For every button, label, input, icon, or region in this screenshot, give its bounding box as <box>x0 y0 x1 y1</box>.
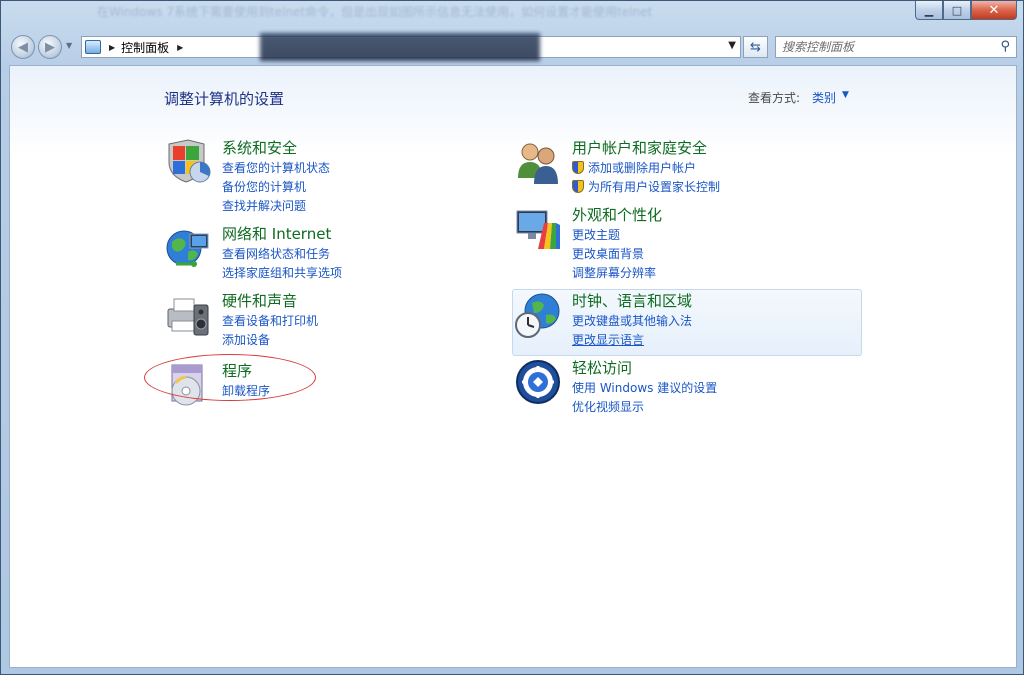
uac-shield-icon <box>572 161 584 174</box>
view-by-label: 查看方式: <box>748 91 801 105</box>
link-optimize-video-display[interactable]: 优化视频显示 <box>572 398 717 417</box>
category-links: 使用 Windows 建议的设置 优化视频显示 <box>572 379 717 417</box>
link-view-computer-status[interactable]: 查看您的计算机状态 <box>222 159 330 178</box>
clock-globe-icon <box>515 293 560 338</box>
link-label: 为所有用户设置家长控制 <box>588 180 721 194</box>
forward-button[interactable]: ▶ <box>38 35 62 59</box>
breadcrumb-arrow-icon[interactable]: ▶ <box>177 43 183 52</box>
page-title: 调整计算机的设置 <box>164 90 285 108</box>
category-title[interactable]: 时钟、语言和区域 <box>572 291 692 311</box>
category-links: 查看网络状态和任务 选择家庭组和共享选项 <box>222 245 342 283</box>
search-input[interactable] <box>782 38 992 56</box>
link-backup-computer[interactable]: 备份您的计算机 <box>222 178 330 197</box>
link-troubleshoot[interactable]: 查找并解决问题 <box>222 197 330 216</box>
link-label: 添加或删除用户帐户 <box>588 161 697 175</box>
minimize-button[interactable]: ▁ <box>915 1 943 20</box>
navigation-bar: ◀ ▶ ▼ ▶ 控制面板 ▶ ▼ ⇆ ⚲ <box>1 31 1023 63</box>
link-change-input-method[interactable]: 更改键盘或其他输入法 <box>572 312 692 331</box>
link-change-theme[interactable]: 更改主题 <box>572 226 662 245</box>
category-links: 查看您的计算机状态 备份您的计算机 查找并解决问题 <box>222 159 330 216</box>
search-icon[interactable]: ⚲ <box>1000 39 1010 54</box>
category-text: 用户帐户和家庭安全 添加或删除用户帐户 为所有用户设置家长控制 <box>572 138 720 197</box>
users-icon <box>518 143 558 184</box>
category-title[interactable]: 硬件和声音 <box>222 291 318 311</box>
ease-of-access-icon <box>516 360 560 404</box>
category-title[interactable]: 外观和个性化 <box>572 205 662 225</box>
control-panel-window: 在Windows 7系统下需要使用到telnet命令，但是出现如图所示信息无法使… <box>0 0 1024 675</box>
search-box[interactable]: ⚲ <box>775 36 1017 58</box>
category-text: 外观和个性化 更改主题 更改桌面背景 调整屏幕分辨率 <box>572 205 662 283</box>
link-add-remove-accounts[interactable]: 添加或删除用户帐户 <box>572 159 720 178</box>
refresh-icon: ⇆ <box>750 39 761 55</box>
category-text: 轻松访问 使用 Windows 建议的设置 优化视频显示 <box>572 358 717 417</box>
redacted-overlay <box>260 33 540 61</box>
printer-speaker-icon <box>167 298 209 336</box>
link-devices-printers[interactable]: 查看设备和打印机 <box>222 312 318 331</box>
link-screen-resolution[interactable]: 调整屏幕分辨率 <box>572 264 662 283</box>
category-text: 时钟、语言和区域 更改键盘或其他输入法 更改显示语言 <box>572 291 692 350</box>
security-shield-icon <box>168 139 211 183</box>
network-globe-icon <box>166 230 209 267</box>
breadcrumb-control-panel[interactable]: 控制面板 <box>121 39 169 56</box>
category-text: 硬件和声音 查看设备和打印机 添加设备 <box>222 291 318 350</box>
link-add-device[interactable]: 添加设备 <box>222 331 318 350</box>
address-dropdown-icon[interactable]: ▼ <box>728 40 736 51</box>
annotation-ellipse <box>144 354 316 401</box>
category-title[interactable]: 用户帐户和家庭安全 <box>572 138 720 158</box>
link-homegroup-sharing[interactable]: 选择家庭组和共享选项 <box>222 264 342 283</box>
content-pane: 调整计算机的设置 查看方式: 类别 ▼ 系统和安全 查看您的计算机状态 备份您的… <box>9 65 1017 668</box>
appearance-monitor-icon <box>516 210 560 249</box>
uac-shield-icon <box>572 180 584 193</box>
category-title[interactable]: 网络和 Internet <box>222 224 342 244</box>
control-panel-icon <box>85 40 101 54</box>
category-links: 查看设备和打印机 添加设备 <box>222 312 318 350</box>
arrow-right-icon: ▶ <box>45 39 55 55</box>
back-button[interactable]: ◀ <box>11 35 35 59</box>
link-desktop-background[interactable]: 更改桌面背景 <box>572 245 662 264</box>
refresh-button[interactable]: ⇆ <box>743 36 768 58</box>
arrow-left-icon: ◀ <box>18 39 28 55</box>
category-title[interactable]: 系统和安全 <box>222 138 330 158</box>
category-text: 网络和 Internet 查看网络状态和任务 选择家庭组和共享选项 <box>222 224 342 283</box>
title-bar[interactable]: 在Windows 7系统下需要使用到telnet命令，但是出现如图所示信息无法使… <box>1 1 1023 27</box>
address-bar[interactable]: ▶ 控制面板 ▶ ▼ <box>81 33 741 61</box>
category-text: 系统和安全 查看您的计算机状态 备份您的计算机 查找并解决问题 <box>222 138 330 216</box>
category-links: 添加或删除用户帐户 为所有用户设置家长控制 <box>572 159 720 197</box>
category-title[interactable]: 轻松访问 <box>572 358 717 378</box>
caption-buttons: ▁ □ ✕ <box>915 1 1017 20</box>
category-links: 更改键盘或其他输入法 更改显示语言 <box>572 312 692 350</box>
recent-pages-dropdown-icon[interactable]: ▼ <box>66 41 72 50</box>
close-button[interactable]: ✕ <box>971 1 1017 20</box>
link-change-display-language[interactable]: 更改显示语言 <box>572 331 692 350</box>
link-network-status[interactable]: 查看网络状态和任务 <box>222 245 342 264</box>
breadcrumb-arrow-icon[interactable]: ▶ <box>109 43 115 52</box>
background-title-text: 在Windows 7系统下需要使用到telnet命令，但是出现如图所示信息无法使… <box>97 5 653 19</box>
maximize-button[interactable]: □ <box>943 1 971 20</box>
chevron-down-icon[interactable]: ▼ <box>842 90 849 100</box>
link-recommended-settings[interactable]: 使用 Windows 建议的设置 <box>572 379 717 398</box>
category-links: 更改主题 更改桌面背景 调整屏幕分辨率 <box>572 226 662 283</box>
link-parental-controls[interactable]: 为所有用户设置家长控制 <box>572 178 720 197</box>
view-by-dropdown[interactable]: 类别 <box>812 89 836 106</box>
